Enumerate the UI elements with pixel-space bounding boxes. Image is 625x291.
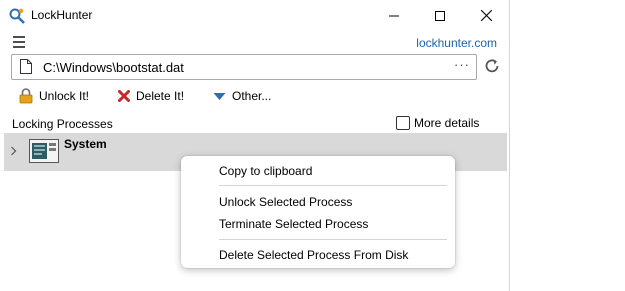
maximize-icon: [435, 10, 445, 21]
other-button[interactable]: Other...: [213, 86, 271, 106]
menu-separator: [219, 185, 447, 186]
close-icon: [480, 10, 492, 21]
more-details-label: More details: [414, 116, 480, 130]
website-link[interactable]: lockhunter.com: [416, 36, 497, 50]
menu-separator: [219, 239, 447, 240]
browse-button[interactable]: ···: [454, 57, 470, 72]
minimize-icon: [389, 15, 399, 16]
hamburger-menu-icon[interactable]: [12, 35, 28, 49]
menu-item-terminate-process[interactable]: Terminate Selected Process: [219, 217, 368, 231]
file-path-field[interactable]: C:\Windows\bootstat.dat ···: [11, 54, 477, 80]
delete-x-icon: [118, 90, 130, 102]
file-icon: [20, 59, 32, 74]
delete-button[interactable]: Delete It!: [118, 86, 184, 106]
close-button[interactable]: [463, 0, 509, 31]
more-details-checkbox[interactable]: [396, 116, 410, 130]
app-logo-icon: [8, 7, 26, 25]
unlock-label: Unlock It!: [39, 89, 90, 103]
refresh-icon[interactable]: [483, 57, 501, 75]
chevron-down-icon: [213, 93, 226, 100]
locking-processes-heading: Locking Processes: [12, 117, 113, 131]
padlock-icon: [19, 88, 33, 104]
context-menu: Copy to clipboard Unlock Selected Proces…: [181, 156, 455, 268]
more-details-toggle[interactable]: More details: [396, 116, 479, 130]
other-label: Other...: [232, 89, 272, 103]
menu-item-copy-to-clipboard[interactable]: Copy to clipboard: [219, 164, 312, 178]
chevron-right-icon[interactable]: [10, 146, 17, 156]
window-title: LockHunter: [31, 8, 93, 22]
delete-label: Delete It!: [136, 89, 185, 103]
maximize-button[interactable]: [417, 0, 463, 31]
process-name: System: [64, 137, 107, 151]
unlock-button[interactable]: Unlock It!: [19, 86, 89, 106]
minimize-button[interactable]: [371, 0, 417, 31]
menu-item-unlock-process[interactable]: Unlock Selected Process: [219, 195, 352, 209]
system-process-icon: [29, 139, 59, 163]
lockhunter-window: LockHunter lockhunter.com C:\Windows\boo…: [0, 0, 510, 291]
file-path-value: C:\Windows\bootstat.dat: [43, 60, 184, 75]
menu-item-delete-process-from-disk[interactable]: Delete Selected Process From Disk: [219, 248, 408, 262]
title-bar: LockHunter: [0, 0, 509, 31]
